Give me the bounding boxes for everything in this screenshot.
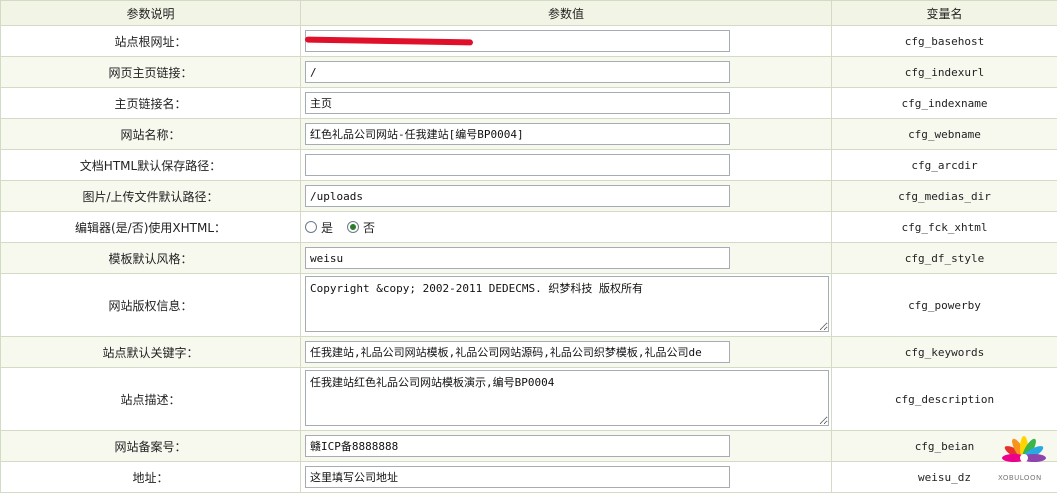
df-style-input[interactable] <box>305 247 730 269</box>
row-varname: cfg_keywords <box>832 337 1057 368</box>
row-label: 地址： <box>1 462 301 493</box>
description-textarea[interactable]: 任我建站红色礼品公司网站模板演示,编号BP0004 <box>305 370 829 426</box>
keywords-input[interactable] <box>305 341 730 363</box>
watermark-text: XOBULOON <box>998 474 1042 482</box>
medias-dir-input[interactable] <box>305 185 730 207</box>
row-label: 主页链接名： <box>1 88 301 119</box>
table-row: 编辑器(是/否)使用XHTML： 是 否 cfg_fck_xhtml <box>1 212 1057 243</box>
row-label: 编辑器(是/否)使用XHTML： <box>1 212 301 243</box>
row-label: 文档HTML默认保存路径： <box>1 150 301 181</box>
row-varname: cfg_webname <box>832 119 1057 150</box>
table-row: 地址： weisu_dz <box>1 462 1057 493</box>
row-label: 图片/上传文件默认路径： <box>1 181 301 212</box>
table-row: 图片/上传文件默认路径： cfg_medias_dir <box>1 181 1057 212</box>
row-label: 网站版权信息： <box>1 274 301 337</box>
radio-yes[interactable] <box>305 221 317 233</box>
radio-yes-label: 是 <box>321 219 333 236</box>
row-varname: cfg_arcdir <box>832 150 1057 181</box>
row-varname: cfg_fck_xhtml <box>832 212 1057 243</box>
webname-input[interactable] <box>305 123 730 145</box>
config-table: 参数说明 参数值 变量名 站点根网址： cfg_basehost 网页主页链接：… <box>0 0 1057 493</box>
header-value: 参数值 <box>301 1 832 26</box>
row-label: 网站名称： <box>1 119 301 150</box>
row-varname: cfg_indexname <box>832 88 1057 119</box>
beian-input[interactable] <box>305 435 730 457</box>
powerby-textarea[interactable]: Copyright &copy; 2002-2011 DEDECMS. 织梦科技… <box>305 276 829 332</box>
table-row: 站点默认关键字： cfg_keywords <box>1 337 1057 368</box>
row-varname: cfg_powerby <box>832 274 1057 337</box>
row-label: 网站备案号： <box>1 431 301 462</box>
table-row: 网站名称： cfg_webname <box>1 119 1057 150</box>
row-varname: cfg_basehost <box>832 26 1057 57</box>
indexname-input[interactable] <box>305 92 730 114</box>
table-row: 文档HTML默认保存路径： cfg_arcdir <box>1 150 1057 181</box>
row-label: 站点默认关键字： <box>1 337 301 368</box>
row-varname: cfg_description <box>832 368 1057 431</box>
radio-no-label: 否 <box>363 219 375 236</box>
indexurl-input[interactable] <box>305 61 730 83</box>
table-row: 站点描述： 任我建站红色礼品公司网站模板演示,编号BP0004 cfg_desc… <box>1 368 1057 431</box>
radio-no[interactable] <box>347 221 359 233</box>
address-input[interactable] <box>305 466 730 488</box>
header-description: 参数说明 <box>1 1 301 26</box>
arcdir-input[interactable] <box>305 154 730 176</box>
row-varname: cfg_df_style <box>832 243 1057 274</box>
xhtml-radio-group: 是 否 <box>305 219 831 236</box>
row-varname: cfg_medias_dir <box>832 181 1057 212</box>
row-label: 站点描述： <box>1 368 301 431</box>
table-row: 站点根网址： cfg_basehost <box>1 26 1057 57</box>
table-row: 网页主页链接： cfg_indexurl <box>1 57 1057 88</box>
table-row: 主页链接名： cfg_indexname <box>1 88 1057 119</box>
table-row: 网站备案号： cfg_beian <box>1 431 1057 462</box>
table-row: 模板默认风格： cfg_df_style <box>1 243 1057 274</box>
row-label: 网页主页链接： <box>1 57 301 88</box>
table-row: 网站版权信息： Copyright &copy; 2002-2011 DEDEC… <box>1 274 1057 337</box>
row-varname: cfg_indexurl <box>832 57 1057 88</box>
table-header: 参数说明 参数值 变量名 <box>1 1 1057 26</box>
row-label: 模板默认风格： <box>1 243 301 274</box>
row-label: 站点根网址： <box>1 26 301 57</box>
header-varname: 变量名 <box>832 1 1057 26</box>
